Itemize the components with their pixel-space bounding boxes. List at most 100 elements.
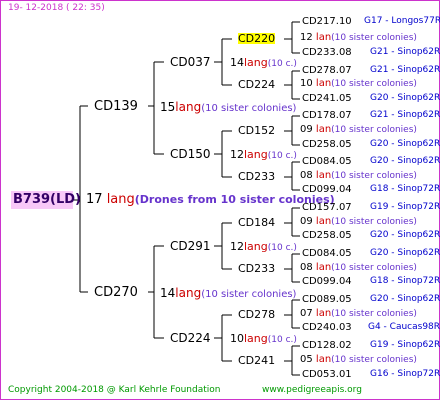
gen1-node-id[interactable]: CD139 [94, 100, 138, 113]
gen4-node-id[interactable]: CD157.07 [302, 203, 352, 213]
gen1-note: (10 sister colonies) [201, 289, 297, 300]
gen3-note: (10 sister colonies) [331, 125, 417, 135]
gen3-note: (10 sister colonies) [331, 217, 417, 227]
gen4-node-id[interactable]: CD084.05 [302, 249, 352, 259]
gen3-note: (10 sister colonies) [331, 79, 417, 89]
gen2-note: (10 c.) [267, 59, 297, 69]
gen4-node-id[interactable]: CD233.08 [302, 48, 352, 58]
copyright-text: Copyright 2004-2018 @ Karl Kehrle Founda… [8, 385, 221, 395]
gen3-node-id[interactable]: CD233 [238, 171, 275, 182]
gen2-node-id[interactable]: CD037 [170, 56, 211, 68]
gen3-node-id[interactable]: CD220 [238, 33, 276, 44]
gen2-node-id[interactable]: CD291 [170, 240, 211, 252]
gen3-node-id[interactable]: CD233 [238, 263, 275, 274]
gen3-node-id[interactable]: CD278 [238, 309, 275, 320]
gen3-lang: lan [315, 124, 332, 135]
report-date: 19- 12-2018 ( 22: 35) [8, 3, 105, 13]
gen3-lang: lan [315, 216, 332, 227]
gen2-node-info: 12lang(10 c.) [230, 149, 297, 161]
gen4-origin: G20 - Sinop62R [370, 230, 440, 240]
gen4-node-id[interactable]: CD128.02 [302, 341, 352, 351]
gen3-lang: lan [315, 308, 332, 319]
gen1-node-info: 15lang(10 sister colonies) [160, 101, 296, 114]
gen3-node-info: 09 lan(10 sister colonies) [300, 217, 417, 227]
gen3-count: 07 [300, 308, 313, 319]
gen3-node-info: 10 lan(10 sister colonies) [300, 79, 417, 89]
gen3-node-id[interactable]: CD184 [238, 217, 275, 228]
gen3-lang: lan [315, 78, 332, 89]
gen3-node-id[interactable]: CD241 [238, 355, 275, 366]
gen3-note: (10 sister colonies) [331, 171, 417, 181]
gen4-origin: G20 - Sinop62R [370, 139, 440, 149]
gen2-lang: lang [244, 56, 268, 69]
gen4-origin: G18 - Sinop72R [370, 276, 440, 286]
root-pedigree-info: 17 lang(Drones from 10 sister colonies) [86, 193, 335, 206]
gen2-node-id[interactable]: CD150 [170, 148, 211, 160]
gen4-origin: G4 - Caucas98R [368, 322, 440, 332]
gen3-count: 10 [300, 78, 313, 89]
gen2-lang: lang [244, 148, 268, 161]
gen4-origin: G21 - Sinop62R [370, 47, 440, 57]
gen4-node-id[interactable]: CD241.05 [302, 94, 352, 104]
gen2-node-info: 14lang(10 c.) [230, 57, 297, 69]
gen3-node-id[interactable]: CD152 [238, 125, 275, 136]
gen2-count: 14 [230, 56, 244, 69]
gen4-node-id[interactable]: CD084.05 [302, 157, 352, 167]
gen4-origin: G21 - Sinop62R [370, 110, 440, 120]
gen4-node-id[interactable]: CD178.07 [302, 111, 352, 121]
gen2-node-info: 10lang(10 c.) [230, 333, 297, 345]
gen3-count: 08 [300, 262, 313, 273]
gen4-origin: G20 - Sinop62R [370, 93, 440, 103]
gen3-node-id[interactable]: CD224 [238, 79, 275, 90]
gen3-count: 09 [300, 216, 313, 227]
gen2-note: (10 c.) [267, 151, 297, 161]
gen2-node-id[interactable]: CD224 [170, 332, 211, 344]
gen4-node-id[interactable]: CD099.04 [302, 185, 352, 195]
gen4-origin: G20 - Sinop62R [370, 248, 440, 258]
gen4-node-id[interactable]: CD053.01 [302, 370, 352, 380]
gen3-node-info: 07 lan(10 sister colonies) [300, 309, 417, 319]
gen3-lang: lan [315, 32, 332, 43]
gen2-count: 12 [230, 148, 244, 161]
gen4-node-id[interactable]: CD099.04 [302, 277, 352, 287]
gen4-node-id[interactable]: CD217.10 [302, 17, 352, 27]
gen4-node-id[interactable]: CD258.05 [302, 140, 352, 150]
gen1-node-id[interactable]: CD270 [94, 286, 138, 299]
gen1-count: 14 [160, 286, 176, 300]
gen2-lang: lang [244, 332, 268, 345]
gen3-count: 09 [300, 124, 313, 135]
root-count: 17 [86, 192, 103, 207]
gen3-count: 12 [300, 32, 313, 43]
gen3-lang: lan [315, 262, 332, 273]
gen2-lang: lang [244, 240, 268, 253]
gen3-note: (10 sister colonies) [331, 355, 417, 365]
gen3-note: (10 sister colonies) [331, 263, 417, 273]
gen3-note: (10 sister colonies) [331, 309, 417, 319]
gen1-note: (10 sister colonies) [201, 103, 297, 114]
gen4-node-id[interactable]: CD278.07 [302, 66, 352, 76]
gen3-note: (10 sister colonies) [331, 33, 417, 43]
gen4-node-id[interactable]: CD240.03 [302, 323, 352, 333]
gen3-lang: lan [315, 170, 332, 181]
gen2-count: 12 [230, 240, 244, 253]
gen4-origin: G19 - Sinop62R [370, 340, 440, 350]
website-link[interactable]: www.pedigreeapis.org [262, 386, 362, 395]
gen1-count: 15 [160, 100, 176, 114]
gen2-note: (10 c.) [267, 243, 297, 253]
gen4-origin: G17 - Longos77R [364, 16, 440, 26]
gen4-origin: G20 - Sinop62R [370, 156, 440, 166]
gen1-node-info: 14lang(10 sister colonies) [160, 287, 296, 300]
gen1-lang: lang [175, 286, 202, 300]
gen3-node-info: 12 lan(10 sister colonies) [300, 33, 417, 43]
gen1-lang: lang [175, 100, 202, 114]
gen2-node-info: 12lang(10 c.) [230, 241, 297, 253]
gen2-note: (10 c.) [267, 335, 297, 345]
gen4-node-id[interactable]: CD089.05 [302, 295, 352, 305]
gen4-node-id[interactable]: CD258.05 [302, 231, 352, 241]
gen2-count: 10 [230, 332, 244, 345]
gen3-node-info: 05 lan(10 sister colonies) [300, 355, 417, 365]
root-queen-id[interactable]: B739(LD) [13, 193, 81, 206]
gen4-origin: G19 - Sinop72R [370, 202, 440, 212]
gen4-origin: G21 - Sinop62R [370, 65, 440, 75]
gen3-node-info: 08 lan(10 sister colonies) [300, 263, 417, 273]
